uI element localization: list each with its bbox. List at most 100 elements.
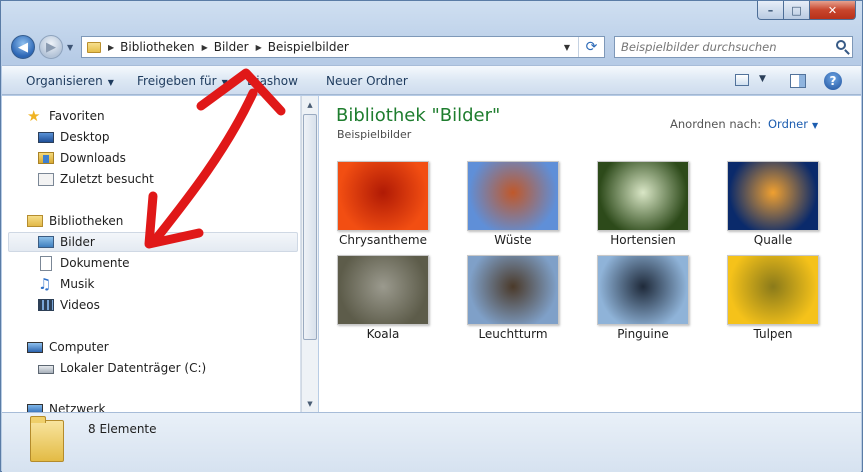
downloads-icon (38, 152, 54, 164)
breadcrumb-beispielbilder[interactable]: Beispielbilder (268, 40, 349, 54)
sidebar-item-label: Zuletzt besucht (60, 172, 154, 186)
details-pane: 8 Elemente (2, 412, 861, 472)
documents-icon (40, 255, 52, 271)
sidebar-item-dokumente[interactable]: Dokumente (38, 253, 130, 273)
image-thumbnail[interactable] (337, 161, 429, 231)
search-icon[interactable] (836, 40, 846, 50)
image-label: Wüste (494, 233, 532, 247)
organize-label: Organisieren (26, 74, 103, 88)
breadcrumb-separator[interactable]: ▶ (256, 43, 262, 52)
content-pane: Bibliothek "Bilder" Beispielbilder Anord… (319, 96, 861, 412)
arrange-by-value: Ordner (768, 117, 808, 131)
image-tile[interactable]: Leuchtturm (449, 255, 569, 347)
video-icon (38, 299, 54, 311)
sidebar-item-videos[interactable]: Videos (38, 295, 100, 315)
sidebar-item-desktop[interactable]: Desktop (38, 127, 110, 147)
recent-places-icon (38, 172, 54, 186)
scrollbar-thumb[interactable] (303, 114, 317, 340)
image-thumbnail[interactable] (467, 161, 559, 231)
forward-button[interactable]: ▶ (39, 35, 63, 59)
address-dropdown-icon[interactable]: ▼ (560, 37, 574, 57)
new-folder-button[interactable]: Neuer Ordner (326, 74, 408, 88)
item-count: 8 Elemente (88, 422, 157, 436)
image-tile[interactable]: Tulpen (709, 255, 829, 347)
back-button[interactable]: ◀ (11, 35, 35, 59)
music-icon: ♫ (38, 275, 52, 293)
drive-icon (38, 365, 54, 374)
image-label: Koala (366, 327, 400, 341)
search-input[interactable] (621, 40, 821, 54)
star-icon: ★ (27, 107, 41, 125)
sidebar-item-recent[interactable]: Zuletzt besucht (38, 169, 154, 189)
image-tile[interactable]: Pinguine (579, 255, 699, 347)
sidebar-item-label: Favoriten (49, 109, 105, 123)
image-label: Chrysantheme (339, 233, 427, 247)
search-box[interactable] (614, 36, 853, 58)
image-thumbnail[interactable] (467, 255, 559, 325)
library-subtitle: Beispielbilder (337, 128, 412, 141)
view-options-dropdown[interactable]: ▼ (759, 74, 766, 84)
network-icon (27, 403, 43, 412)
arrange-by-dropdown[interactable]: Ordner ▼ (768, 117, 818, 131)
sidebar-item-musik[interactable]: ♫ Musik (38, 274, 95, 294)
sidebar-item-label: Bilder (60, 235, 95, 249)
sidebar-libraries[interactable]: Bibliotheken (27, 211, 123, 231)
libraries-icon (27, 215, 43, 227)
sidebar-favorites[interactable]: ★ Favoriten (27, 106, 105, 126)
navigation-pane: ★ Favoriten Desktop Downloads Zuletzt bes… (2, 96, 301, 412)
sidebar-item-label: Lokaler Datenträger (C:) (60, 361, 207, 375)
folder-icon (87, 41, 101, 53)
image-label: Hortensien (610, 233, 676, 247)
scroll-up-icon[interactable]: ▲ (302, 96, 318, 113)
image-thumbnail[interactable] (727, 255, 819, 325)
help-icon[interactable]: ? (824, 72, 842, 90)
share-menu[interactable]: Freigeben für ▼ (137, 74, 228, 88)
nav-pane-scrollbar[interactable]: ▲ ▼ (301, 96, 318, 412)
image-thumbnail[interactable] (597, 161, 689, 231)
image-thumbnail[interactable] (597, 255, 689, 325)
close-button[interactable]: ✕ (810, 1, 856, 20)
image-tile[interactable]: Wüste (449, 161, 569, 253)
sidebar-item-label: Desktop (60, 130, 110, 144)
image-label: Qualle (753, 233, 793, 247)
sidebar-item-label: Musik (60, 277, 95, 291)
preview-pane-icon[interactable] (790, 74, 806, 88)
scroll-down-icon[interactable]: ▼ (302, 395, 318, 412)
minimize-button[interactable]: – (757, 1, 784, 20)
computer-icon (27, 341, 43, 353)
chevron-down-icon: ▼ (221, 78, 228, 87)
breadcrumb-bibliotheken[interactable]: Bibliotheken (120, 40, 194, 54)
pictures-icon (38, 236, 54, 248)
desktop-icon (38, 131, 54, 143)
sidebar-item-drive-c[interactable]: Lokaler Datenträger (C:) (38, 358, 206, 378)
folder-icon (30, 416, 64, 462)
chevron-down-icon: ▼ (107, 78, 114, 87)
breadcrumb-separator[interactable]: ▶ (108, 43, 114, 52)
image-tile[interactable]: Chrysantheme (319, 161, 439, 253)
sidebar-item-label: Netzwerk (49, 402, 106, 412)
refresh-icon[interactable]: ⟳ (578, 37, 604, 57)
sidebar-item-label: Computer (49, 340, 109, 354)
change-view-icon[interactable] (735, 74, 749, 86)
maximize-button[interactable]: □ (784, 1, 810, 20)
recent-pages-dropdown[interactable]: ▼ (67, 43, 73, 52)
sidebar-computer[interactable]: Computer (27, 337, 109, 357)
share-label: Freigeben für (137, 74, 217, 88)
image-tile[interactable]: Qualle (709, 161, 829, 253)
image-label: Leuchtturm (478, 327, 548, 341)
sidebar-item-label: Downloads (60, 151, 126, 165)
image-tile[interactable]: Koala (319, 255, 439, 347)
organize-menu[interactable]: Organisieren ▼ (26, 74, 114, 88)
address-bar[interactable]: ▶ Bibliotheken ▶ Bilder ▶ Beispielbilder… (81, 36, 605, 58)
sidebar-item-bilder[interactable]: Bilder (8, 232, 298, 252)
explorer-window: – □ ✕ ◀ ▶ ▼ ▶ Bibliotheken ▶ Bilder ▶ Be… (0, 0, 863, 472)
breadcrumb-separator[interactable]: ▶ (202, 43, 208, 52)
sidebar-item-downloads[interactable]: Downloads (38, 148, 126, 168)
image-tile[interactable]: Hortensien (579, 161, 699, 253)
image-label: Tulpen (753, 327, 793, 341)
image-thumbnail[interactable] (727, 161, 819, 231)
image-thumbnail[interactable] (337, 255, 429, 325)
slideshow-button[interactable]: Diashow (247, 74, 298, 88)
breadcrumb-bilder[interactable]: Bilder (214, 40, 249, 54)
sidebar-network[interactable]: Netzwerk (27, 399, 105, 412)
